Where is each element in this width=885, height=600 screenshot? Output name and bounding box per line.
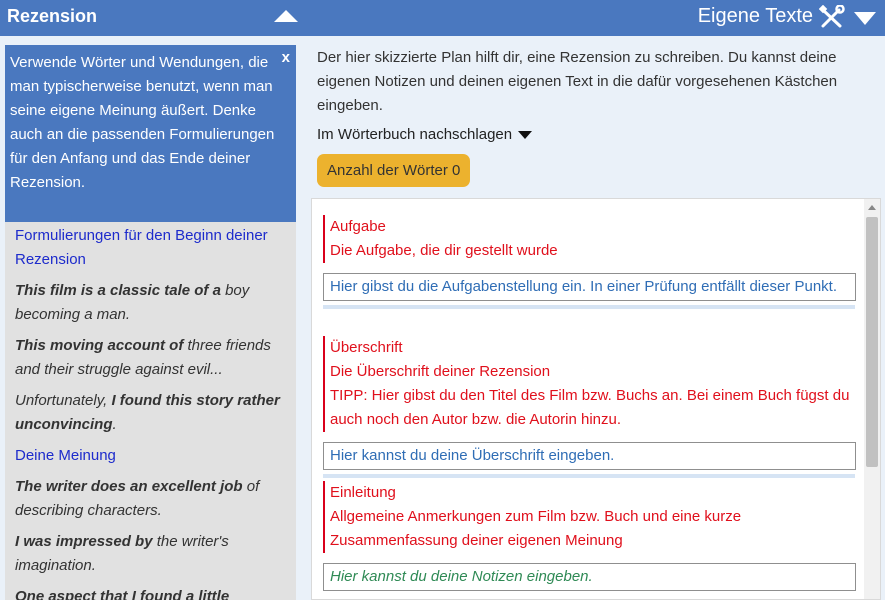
dictionary-lookup-toggle[interactable]: Im Wörterbuch nachschlagen xyxy=(317,126,533,143)
section-description: Allgemeine Anmerkungen zum Film bzw. Buc… xyxy=(330,508,742,549)
section-label: Überschrift Die Überschrift deiner Rezen… xyxy=(323,336,856,432)
notes-input[interactable]: Hier kannst du deine Notizen eingeben. xyxy=(323,563,856,591)
phrase-start: Unfortunately, xyxy=(15,392,112,409)
close-tip-button[interactable]: x xyxy=(282,46,290,70)
editor-scrollbar[interactable] xyxy=(864,199,880,599)
section-aufgabe: Aufgabe Die Aufgabe, die dir gestellt wu… xyxy=(323,215,856,309)
left-panel-header: Rezension xyxy=(0,0,305,36)
right-panel-title: Eigene Texte xyxy=(697,5,813,27)
phrase-item[interactable]: This moving account of three friends and… xyxy=(15,334,291,382)
dictionary-lookup-label: Im Wörterbuch nachschlagen xyxy=(317,126,513,143)
phrase-item[interactable]: One aspect that I found a little xyxy=(15,585,291,600)
phrase-item[interactable]: Unfortunately, I found this story rather… xyxy=(15,389,291,437)
tip-text: Verwende Wörter und Wendungen, die man t… xyxy=(10,54,275,191)
main-panel: Der hier skizzierte Plan hilft dir, eine… xyxy=(305,36,885,600)
phrase-bold: an excellent job xyxy=(125,478,243,495)
task-input[interactable]: Hier gibst du die Aufgabenstellung ein. … xyxy=(323,273,856,301)
phrase-bold: I was impressed by xyxy=(15,533,153,550)
phrase-bold: This moving account of xyxy=(15,337,184,354)
writing-plan-editor: Aufgabe Die Aufgabe, die dir gestellt wu… xyxy=(311,198,881,600)
caret-down-icon xyxy=(518,130,533,139)
phrase-sidebar: Verwende Wörter und Wendungen, die man t… xyxy=(0,36,305,600)
section-title: Aufgabe xyxy=(330,218,386,235)
section-divider xyxy=(323,305,855,309)
section-divider xyxy=(323,474,855,478)
link-beginning-phrases[interactable]: Formulierungen für den Beginn deiner Rez… xyxy=(15,224,291,272)
phrase-bold: One aspect that I found a little xyxy=(15,588,230,600)
phrase-sidebar-content[interactable]: Verwende Wörter und Wendungen, die man t… xyxy=(5,45,296,600)
phrase-end: . xyxy=(112,416,117,433)
scrollbar-thumb[interactable] xyxy=(866,217,878,467)
phrase-item[interactable]: The writer does an excellent job of desc… xyxy=(15,475,291,523)
section-label: Aufgabe Die Aufgabe, die dir gestellt wu… xyxy=(323,215,856,263)
intro-text: Der hier skizzierte Plan hilft dir, eine… xyxy=(317,49,838,114)
tools-icon[interactable] xyxy=(819,5,845,29)
phrase-bold: This film is a classic tale of a xyxy=(15,282,221,299)
phrase-list: Formulierungen für den Beginn deiner Rez… xyxy=(15,224,291,600)
phrase-item[interactable]: This film is a classic tale of a boy bec… xyxy=(15,279,291,327)
section-ueberschrift: Überschrift Die Überschrift deiner Rezen… xyxy=(323,336,856,478)
section-description: Die Überschrift deiner Rezension xyxy=(330,363,551,380)
headline-input[interactable]: Hier kannst du deine Überschrift eingebe… xyxy=(323,442,856,470)
chevron-down-icon[interactable] xyxy=(853,9,877,27)
tip-box: Verwende Wörter und Wendungen, die man t… xyxy=(5,45,296,222)
section-tip: TIPP: Hier gibst du den Titel des Film b… xyxy=(330,387,850,428)
section-description: Die Aufgabe, die dir gestellt wurde xyxy=(330,242,558,259)
section-title: Einleitung xyxy=(330,484,396,501)
phrase-item[interactable]: I was impressed by the writer's imaginat… xyxy=(15,530,291,578)
section-label: Einleitung Allgemeine Anmerkungen zum Fi… xyxy=(323,481,856,553)
section-einleitung: Einleitung Allgemeine Anmerkungen zum Fi… xyxy=(323,481,856,591)
right-panel-header: Eigene Texte xyxy=(305,0,885,36)
left-panel-title: Rezension xyxy=(7,6,98,26)
phrase-bold: The writer does xyxy=(15,478,126,495)
scroll-up-icon[interactable] xyxy=(868,205,876,210)
word-count-button[interactable]: Anzahl der Wörter 0 xyxy=(317,154,471,187)
section-title: Überschrift xyxy=(330,339,403,356)
link-opinion[interactable]: Deine Meinung xyxy=(15,444,291,468)
collapse-up-icon[interactable] xyxy=(273,8,299,26)
